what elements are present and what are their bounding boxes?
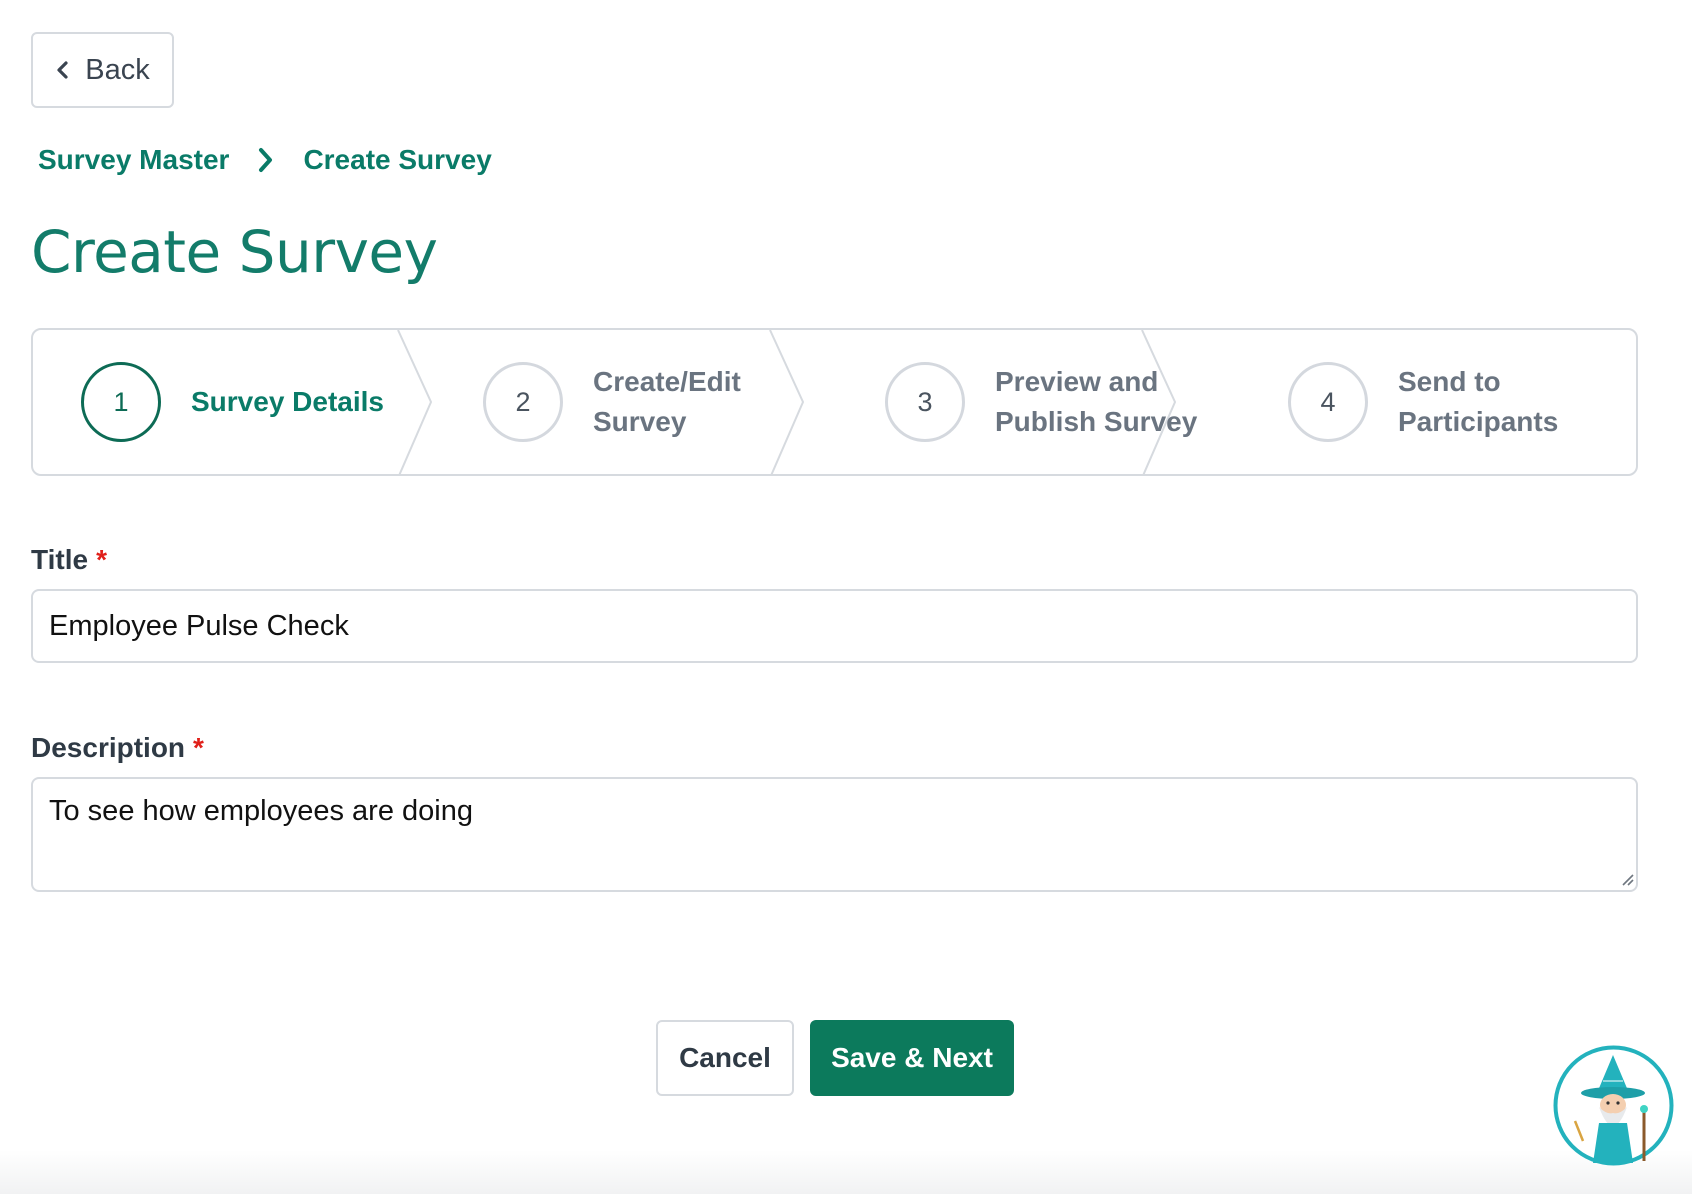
chevron-right-icon	[259, 148, 273, 172]
breadcrumb-item-create-survey: Create Survey	[303, 144, 492, 175]
resize-handle-icon[interactable]	[1620, 872, 1634, 886]
step-label: Create/Edit Survey	[593, 366, 741, 437]
step-label: Survey Details	[191, 386, 384, 417]
page-title: Create Survey	[31, 218, 438, 286]
required-marker: *	[193, 732, 204, 763]
back-label: Back	[85, 53, 150, 86]
chevron-left-icon	[57, 61, 68, 79]
breadcrumb-item-survey-master[interactable]: Survey Master	[38, 144, 229, 176]
step-label: Preview and Publish Survey	[995, 366, 1198, 437]
step-survey-details[interactable]: 1 Survey Details	[81, 330, 384, 474]
back-button[interactable]: Back	[31, 32, 174, 108]
step-number-circle: 4	[1288, 362, 1368, 442]
step-number-circle: 1	[81, 362, 161, 442]
cancel-button[interactable]: Cancel	[656, 1020, 794, 1096]
create-survey-page: Back Survey Master Create Survey Create …	[0, 0, 1692, 1194]
breadcrumb: Survey Master Create Survey	[38, 138, 492, 182]
footer-shade	[0, 1150, 1692, 1194]
title-input[interactable]	[31, 589, 1638, 663]
required-marker: *	[96, 544, 107, 575]
description-label: Description *	[31, 732, 204, 763]
wizard-avatar-icon[interactable]	[1553, 1045, 1674, 1166]
step-send-participants[interactable]: 4 Send to Participants	[1288, 330, 1558, 474]
step-create-edit-survey[interactable]: 2 Create/Edit Survey	[483, 330, 741, 474]
progress-stepper: 1 Survey Details 2 Create/Edit Survey 3 …	[31, 328, 1638, 476]
description-textarea[interactable]: To see how employees are doing	[31, 777, 1638, 892]
step-number-circle: 2	[483, 362, 563, 442]
title-label: Title *	[31, 544, 107, 575]
save-next-button[interactable]: Save & Next	[810, 1020, 1014, 1096]
step-preview-publish[interactable]: 3 Preview and Publish Survey	[885, 330, 1197, 474]
step-number-circle: 3	[885, 362, 965, 442]
step-label: Send to Participants	[1398, 366, 1559, 437]
